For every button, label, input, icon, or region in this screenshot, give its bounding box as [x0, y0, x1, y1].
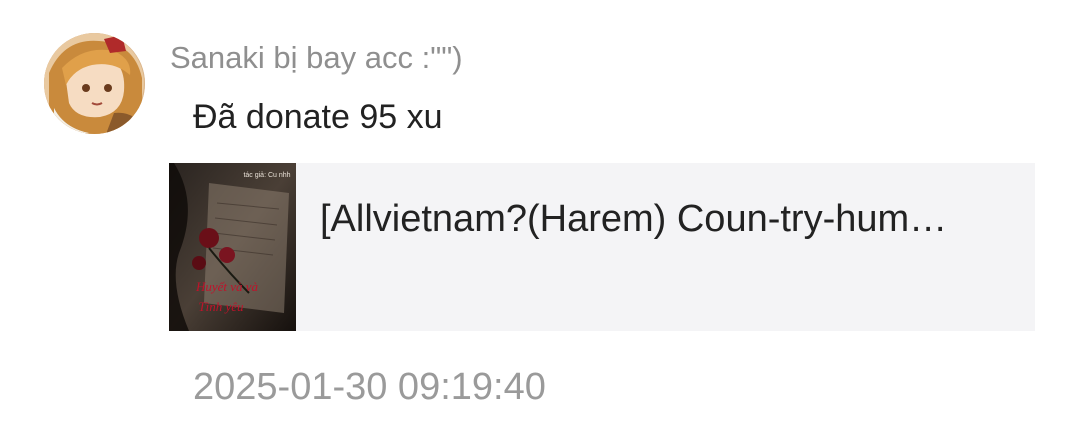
cover-script-line-2: Tình yêu [198, 299, 244, 314]
comment-username[interactable]: Sanaki bị bay acc :"") [170, 40, 463, 76]
comment-timestamp: 2025-01-30 09:19:40 [193, 366, 546, 408]
cover-brand-text: tác giả: Cu nhh [243, 172, 290, 179]
comment-message: Đã donate 95 xu [193, 98, 443, 136]
cover-script-line-1: Huyết và và [195, 279, 259, 294]
story-cover-art-icon: tác giả: Cu nhh Huyết và và Tình yêu [169, 163, 296, 331]
story-title[interactable]: [Allvietnam?(Harem) Coun-try-hum… [320, 197, 1020, 241]
story-card[interactable]: tác giả: Cu nhh Huyết và và Tình yêu [Al… [169, 163, 1035, 331]
anime-girl-avatar-icon [44, 33, 145, 134]
user-avatar[interactable] [44, 33, 145, 134]
story-cover-image[interactable]: tác giả: Cu nhh Huyết và và Tình yêu [169, 163, 296, 331]
donation-comment: Sanaki bị bay acc :"") Đã donate 95 xu t… [0, 0, 1080, 431]
